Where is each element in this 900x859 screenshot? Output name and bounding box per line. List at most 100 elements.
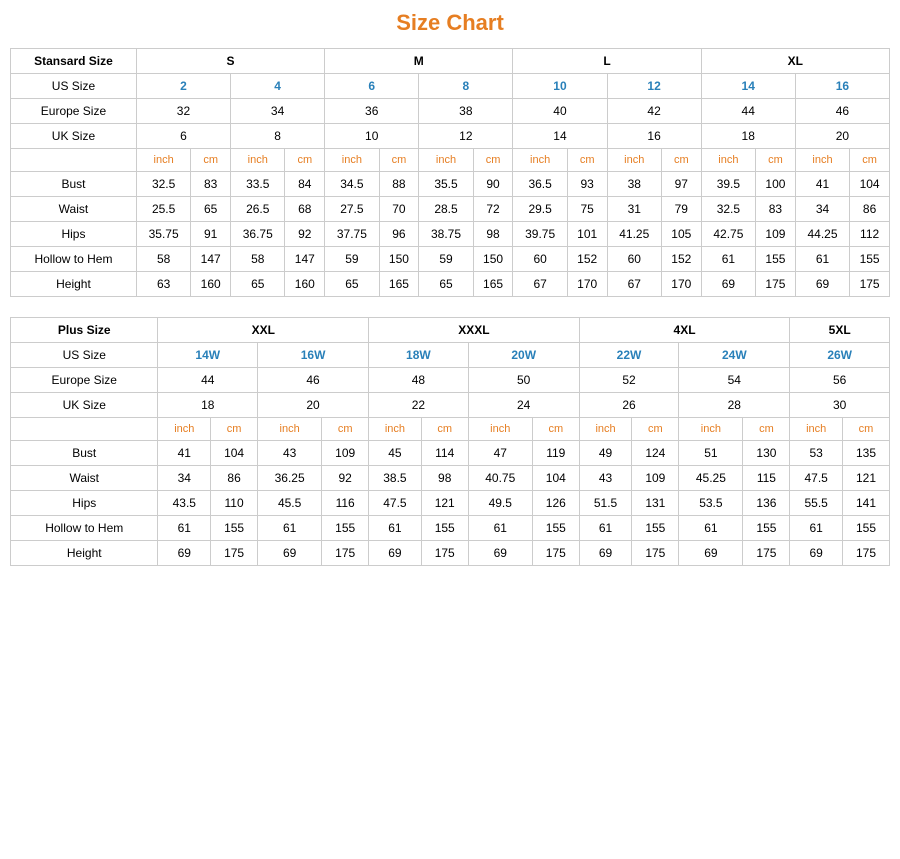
hips-15: 112 [850,222,890,247]
height-label: Height [11,272,137,297]
height-2: 65 [231,272,285,297]
bust-0: 32.5 [136,172,190,197]
plus-height-10: 69 [679,541,743,566]
plus-unit-12: inch [790,418,843,441]
plus-waist-7: 104 [532,466,579,491]
plus-uk-3: 24 [468,393,579,418]
bust-12: 39.5 [701,172,755,197]
plus-height-13: 175 [843,541,890,566]
plus-waist-9: 109 [632,466,679,491]
std-unit-6: inch [419,149,473,172]
plus-bust-2: 43 [258,441,322,466]
plus-hollow-9: 155 [632,516,679,541]
plus-unit-10: inch [679,418,743,441]
us-l1: 10 [513,74,607,99]
plus-unit-5: cm [421,418,468,441]
plus-waist-11: 115 [743,466,790,491]
plus-us-size-label: US Size [11,343,158,368]
std-unit-1: cm [191,149,231,172]
plus-eu-6: 56 [790,368,890,393]
hips-12: 42.75 [701,222,755,247]
plus-uk-0: 18 [158,393,258,418]
plus-height-4: 69 [369,541,422,566]
plus-hips-7: 126 [532,491,579,516]
page-title: Size Chart [10,10,890,36]
bust-14: 41 [795,172,849,197]
hips-3: 92 [285,222,325,247]
plus-height-2: 69 [258,541,322,566]
hips-13: 109 [756,222,796,247]
height-8: 67 [513,272,567,297]
hips-1: 91 [191,222,231,247]
xl-header: XL [701,49,889,74]
plus-hips-label: Hips [11,491,158,516]
std-unit-14: inch [795,149,849,172]
plus-us-5: 24W [679,343,790,368]
s-header: S [136,49,324,74]
hollow-2: 58 [231,247,285,272]
std-unit-8: inch [513,149,567,172]
waist-0: 25.5 [136,197,190,222]
std-unit-2: inch [231,149,285,172]
plus-unit-1: cm [211,418,258,441]
plus-hips-13: 141 [843,491,890,516]
plus-hollow-12: 61 [790,516,843,541]
height-12: 69 [701,272,755,297]
hips-5: 96 [379,222,419,247]
plus-bust-11: 130 [743,441,790,466]
plus-hollow-10: 61 [679,516,743,541]
xxxl-header: XXXL [369,318,580,343]
plus-hips-11: 136 [743,491,790,516]
hips-8: 39.75 [513,222,567,247]
hips-6: 38.75 [419,222,473,247]
std-unit-13: cm [756,149,796,172]
height-0: 63 [136,272,190,297]
plus-bust-0: 41 [158,441,211,466]
us-m1: 6 [325,74,419,99]
plus-hollow-5: 155 [421,516,468,541]
waist-1: 65 [191,197,231,222]
plus-waist-1: 86 [211,466,258,491]
standard-label: Stansard Size [11,49,137,74]
waist-15: 86 [850,197,890,222]
hollow-1: 147 [191,247,231,272]
waist-12: 32.5 [701,197,755,222]
bust-4: 34.5 [325,172,379,197]
plus-height-8: 69 [579,541,632,566]
uk-size-label: UK Size [11,124,137,149]
5xl-header: 5XL [790,318,890,343]
plus-waist-5: 98 [421,466,468,491]
plus-hollow-2: 61 [258,516,322,541]
plus-waist-2: 36.25 [258,466,322,491]
plus-bust-9: 124 [632,441,679,466]
std-unit-empty [11,149,137,172]
eu-l2: 42 [607,99,701,124]
plus-uk-size-label: UK Size [11,393,158,418]
hips-7: 98 [473,222,513,247]
hollow-0: 58 [136,247,190,272]
plus-eu-size-label: Europe Size [11,368,158,393]
europe-size-label: Europe Size [11,99,137,124]
height-14: 69 [795,272,849,297]
plus-bust-10: 51 [679,441,743,466]
plus-bust-5: 114 [421,441,468,466]
plus-eu-0: 44 [158,368,258,393]
uk-l2: 16 [607,124,701,149]
waist-8: 29.5 [513,197,567,222]
plus-hollow-7: 155 [532,516,579,541]
us-s2: 4 [231,74,325,99]
plus-eu-2: 48 [369,368,469,393]
plus-bust-label: Bust [11,441,158,466]
hollow-14: 61 [795,247,849,272]
plus-hips-4: 47.5 [369,491,422,516]
plus-hips-5: 121 [421,491,468,516]
plus-hollow-11: 155 [743,516,790,541]
plus-waist-10: 45.25 [679,466,743,491]
bust-label: Bust [11,172,137,197]
eu-s2: 34 [231,99,325,124]
height-7: 165 [473,272,513,297]
plus-bust-4: 45 [369,441,422,466]
waist-7: 72 [473,197,513,222]
uk-xl1: 18 [701,124,795,149]
plus-height-5: 175 [421,541,468,566]
